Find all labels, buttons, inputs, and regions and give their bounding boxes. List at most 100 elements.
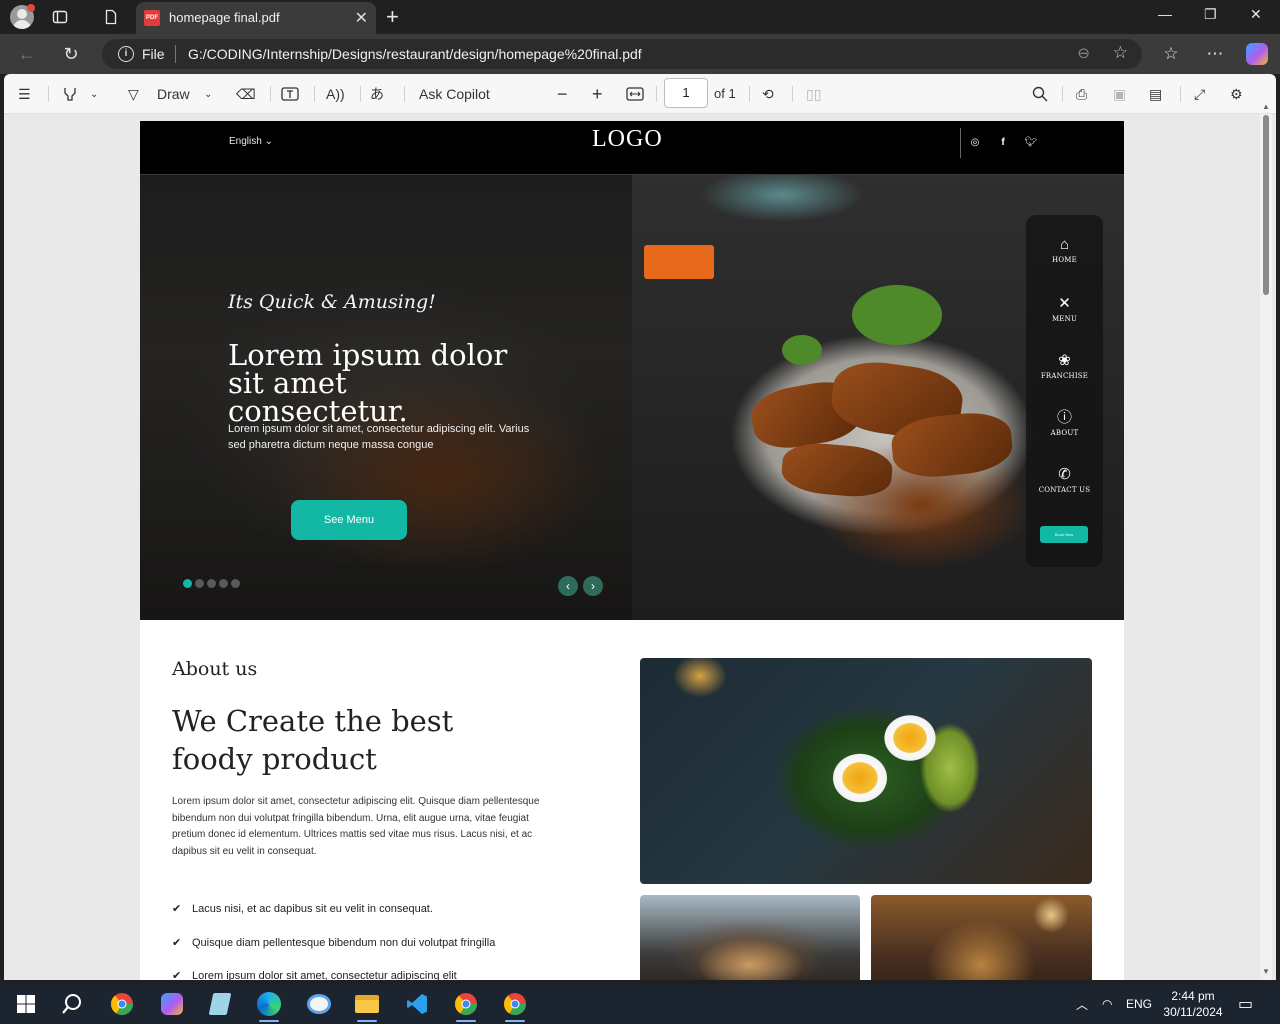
add-text-icon[interactable] [281, 84, 299, 104]
toolbar-divider [749, 86, 750, 102]
page-view-icon[interactable]: ▯▯ [806, 84, 821, 104]
restore-button[interactable]: ❐ [1204, 6, 1217, 23]
nav-item-about[interactable]: ⓘ ABOUT [1026, 410, 1103, 438]
instagram-icon[interactable]: ◎ [968, 136, 982, 150]
about-body: Lorem ipsum dolor sit amet, consectetur … [172, 796, 540, 857]
home-icon: ⌂ [1059, 236, 1070, 253]
toolbar-divider [1180, 86, 1181, 102]
fullscreen-icon[interactable]: ⤢ [1194, 84, 1205, 104]
hero-title: Lorem ipsum dolor sit amet consectetur. [228, 338, 508, 428]
address-divider [175, 45, 176, 63]
slider-dot[interactable] [231, 579, 240, 588]
vscode-app-icon[interactable] [403, 990, 431, 1018]
close-window-button[interactable]: ✕ [1250, 6, 1262, 23]
slider-dot[interactable] [195, 579, 204, 588]
save-icon[interactable]: ▣ [1113, 84, 1126, 104]
notifications-icon[interactable]: ▭ [1238, 984, 1253, 1024]
notepad-app-icon[interactable] [206, 990, 234, 1018]
favorite-star-icon[interactable]: ☆ [1113, 43, 1128, 63]
nav-item-home[interactable]: ⌂ HOME [1026, 236, 1103, 265]
zoom-in-button[interactable]: + [592, 84, 603, 104]
copilot-app-icon[interactable] [158, 990, 186, 1018]
settings-gear-icon[interactable]: ⚙ [1230, 84, 1243, 104]
favorites-icon[interactable]: ☆ [1160, 43, 1182, 65]
chrome-app-icon-2[interactable] [501, 990, 529, 1022]
more-menu-icon[interactable]: ⋯ [1204, 43, 1226, 65]
tab-actions-icon[interactable] [50, 7, 70, 27]
paint-app-icon[interactable] [305, 990, 333, 1018]
viewer-scrollbar[interactable]: ▲ ▼ [1260, 102, 1272, 980]
site-info-icon[interactable]: i [118, 46, 134, 62]
food-greens [852, 285, 942, 345]
see-menu-button[interactable]: See Menu [291, 500, 407, 540]
slider-dot[interactable] [207, 579, 216, 588]
zoom-out-button[interactable]: − [557, 84, 568, 104]
tray-overflow-icon[interactable]: ︿ [1076, 984, 1088, 1024]
zoom-icon[interactable]: ⊖ [1077, 44, 1090, 62]
address-scheme: File [142, 46, 165, 62]
start-button[interactable] [12, 990, 40, 1018]
nav-item-franchise[interactable]: ❀ FRANCHISE [1026, 352, 1103, 381]
scroll-up-icon[interactable]: ▲ [1262, 102, 1270, 111]
ask-copilot-button[interactable]: Ask Copilot [419, 84, 490, 104]
pdf-file-icon: PDF [144, 10, 160, 26]
checklist-text: Quisque diam pellentesque bibendum non d… [192, 937, 496, 949]
save-as-icon[interactable]: ▤ [1149, 84, 1162, 104]
scrollbar-thumb[interactable] [1263, 115, 1269, 295]
previous-arrow-icon[interactable]: ‹ [558, 576, 578, 596]
highlight-icon[interactable] [62, 84, 78, 104]
next-arrow-icon[interactable]: › [583, 576, 603, 596]
highlight-dropdown-icon[interactable]: ⌄ [90, 84, 98, 104]
chrome-profile-icon[interactable] [108, 990, 136, 1018]
eraser-icon[interactable]: ⌫ [236, 84, 256, 104]
checklist-item: ✔ Quisque diam pellentesque bibendum non … [172, 936, 495, 949]
nav-item-contact[interactable]: ✆ CONTACT US [1026, 467, 1103, 495]
book-now-button[interactable]: Book Now [1040, 526, 1088, 543]
rotate-icon[interactable]: ⟲ [762, 84, 774, 104]
address-bar[interactable]: i File G:/CODING/Internship/Designs/rest… [102, 39, 1142, 69]
facebook-icon[interactable]: f [996, 136, 1010, 150]
toolbar-divider [48, 86, 49, 102]
translate-icon[interactable]: あ [370, 84, 384, 104]
hero-tagline: Its Quick & Amusing! [228, 291, 436, 313]
fit-width-icon[interactable] [626, 84, 644, 104]
language-selector[interactable]: English ⌄ [229, 136, 273, 147]
hero-text: Lorem ipsum dolor sit amet, consectetur … [228, 423, 530, 451]
grilled-dish-photo [640, 895, 860, 980]
franchise-icon: ❀ [1058, 352, 1071, 369]
slider-dot[interactable] [219, 579, 228, 588]
search-icon[interactable] [58, 990, 86, 1018]
edge-app-icon[interactable] [255, 990, 283, 1022]
input-language[interactable]: ENG [1126, 984, 1152, 1024]
tab-title: homepage final.pdf [169, 10, 280, 25]
refresh-button[interactable]: ↻ [60, 43, 82, 65]
slider-dot[interactable] [183, 579, 192, 588]
close-tab-icon[interactable]: ✕ [355, 8, 368, 28]
draw-icon[interactable]: ▽ [128, 84, 139, 104]
draw-button[interactable]: Draw [157, 84, 190, 104]
contents-list-icon[interactable]: ☰ [18, 84, 31, 104]
new-tab-button[interactable]: + [386, 4, 399, 30]
wifi-icon[interactable]: ◠ [1102, 984, 1112, 1024]
draw-dropdown-icon[interactable]: ⌄ [204, 84, 212, 104]
system-clock[interactable]: 2:44 pm 30/11/2024 [1158, 988, 1228, 1020]
file-explorer-icon[interactable] [353, 990, 381, 1022]
twitter-icon[interactable]: 🐦︎ [1024, 136, 1038, 150]
page-count: of 1 [714, 86, 736, 101]
back-button[interactable]: ← [16, 43, 38, 65]
new-page-icon[interactable] [101, 7, 121, 27]
minimize-button[interactable]: — [1158, 6, 1172, 22]
toolbar-divider [404, 86, 405, 102]
nav-item-menu[interactable]: ✕ MENU [1026, 296, 1103, 324]
check-icon: ✔ [172, 970, 182, 980]
read-aloud-icon[interactable]: A͏)) [326, 84, 345, 104]
page-number-input[interactable]: 1 [664, 78, 708, 108]
scroll-down-icon[interactable]: ▼ [1262, 967, 1270, 976]
search-icon[interactable] [1032, 84, 1048, 104]
tab-homepage-pdf[interactable]: PDF homepage final.pdf ✕ [136, 2, 376, 34]
print-icon[interactable]: ⎙ [1076, 84, 1087, 104]
side-navigation: ⌂ HOME ✕ MENU ❀ FRANCHISE ⓘ ABOUT ✆ CONT… [1026, 215, 1103, 567]
copilot-icon[interactable] [1246, 43, 1268, 65]
address-url[interactable]: G:/CODING/Internship/Designs/restaurant/… [188, 46, 642, 62]
chrome-app-icon[interactable] [452, 990, 480, 1022]
